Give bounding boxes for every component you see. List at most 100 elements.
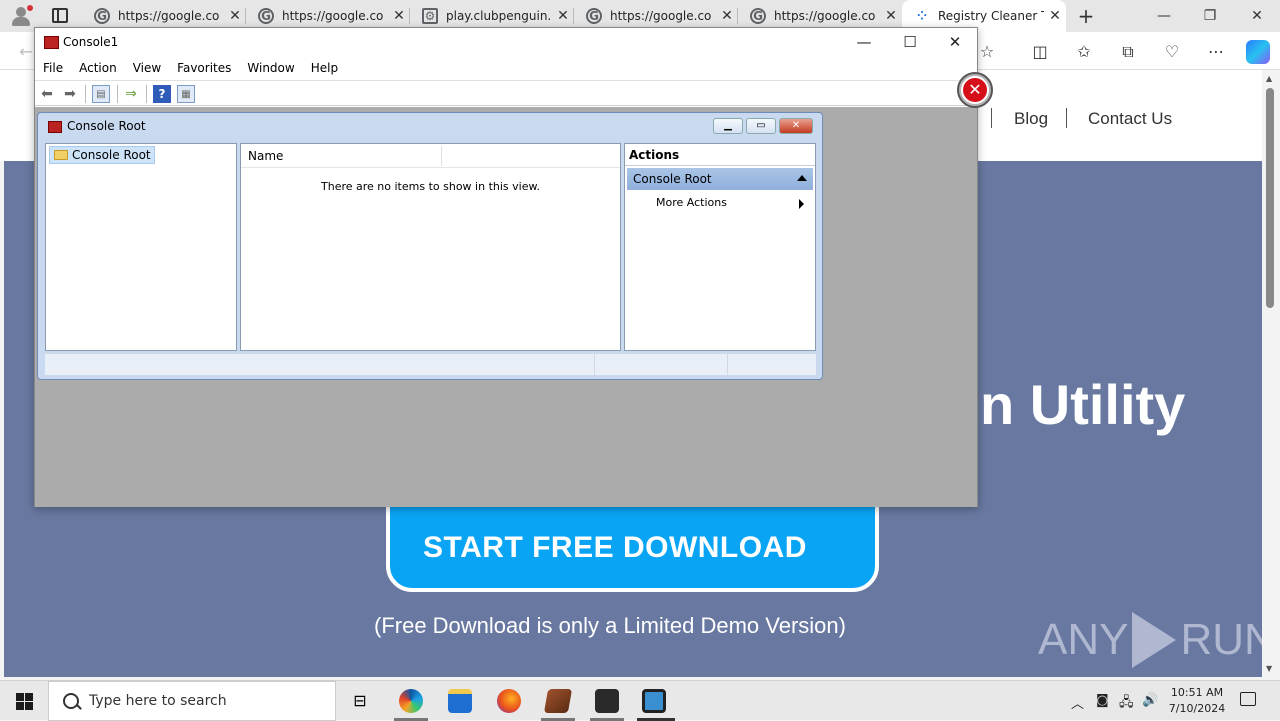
favorite-star-icon[interactable]: ☆ <box>975 42 999 62</box>
windows-taskbar: Type here to search ⊟ ︿ ◙ 🖧 🔊 10:51 AM 7… <box>0 680 1280 721</box>
clock-time: 10:51 AM <box>1170 686 1224 699</box>
folder-icon <box>54 150 68 160</box>
meet-now-icon[interactable]: ◙ <box>1096 693 1109 708</box>
system-clock[interactable]: 10:51 AM 7/10/2024 <box>1166 685 1228 717</box>
notification-center-icon[interactable] <box>1240 692 1256 706</box>
show-hidden-icons-chevron[interactable]: ︿ <box>1071 693 1084 712</box>
menu-help[interactable]: Help <box>303 56 346 80</box>
collapse-arrow-icon[interactable] <box>797 175 807 181</box>
nav-link-contact[interactable]: Contact Us <box>1088 109 1172 129</box>
hero-title: n Utility <box>980 373 1186 436</box>
more-actions-item[interactable]: More Actions <box>656 196 727 209</box>
taskbar-search-box[interactable]: Type here to search <box>48 681 336 721</box>
actions-section-label: Console Root <box>633 172 712 186</box>
menu-window[interactable]: Window <box>239 56 302 80</box>
search-icon <box>63 693 79 709</box>
split-screen-icon[interactable]: ◫ <box>1028 42 1052 62</box>
child-window-title: Console Root <box>67 119 146 133</box>
child-close-button[interactable]: ✕ <box>779 118 813 134</box>
winrar-icon[interactable] <box>543 689 573 713</box>
error-badge: ✕ <box>957 72 995 116</box>
task-manager-icon[interactable] <box>595 689 619 713</box>
show-action-pane-icon[interactable]: ▦ <box>177 85 195 103</box>
anyrun-watermark: ANY RUN <box>1038 612 1276 668</box>
actions-section-console-root[interactable]: Console Root <box>627 168 813 190</box>
column-divider[interactable] <box>441 146 442 166</box>
tree-item-label: Console Root <box>72 148 151 162</box>
empty-view-message: There are no items to show in this view. <box>321 180 540 193</box>
mmc-app-icon <box>44 36 59 49</box>
close-tab-icon[interactable]: ✕ <box>224 8 246 24</box>
loading-icon: ⁘ <box>916 9 928 23</box>
tree-item-console-root[interactable]: Console Root <box>49 146 155 164</box>
forward-arrow-icon[interactable]: ➡ <box>61 85 79 103</box>
menu-action[interactable]: Action <box>71 56 125 80</box>
mmc-title-bar[interactable]: Console1 — ☐ ✕ <box>35 28 977 56</box>
menu-file[interactable]: File <box>35 56 71 80</box>
browser-close-button[interactable]: ✕ <box>1234 0 1280 32</box>
google-icon: G <box>258 8 274 24</box>
file-explorer-icon[interactable] <box>448 689 472 713</box>
clock-date: 7/10/2024 <box>1168 702 1226 715</box>
results-pane: Name There are no items to show in this … <box>240 143 621 351</box>
scroll-up-icon[interactable]: ▲ <box>1266 74 1272 83</box>
browser-restore-button[interactable]: ❐ <box>1187 0 1233 32</box>
tab-title: https://google.co <box>610 9 712 23</box>
browser-essentials-icon[interactable]: ♡ <box>1160 42 1184 62</box>
child-status-bar <box>45 353 816 376</box>
menu-favorites[interactable]: Favorites <box>169 56 239 80</box>
start-button[interactable] <box>0 681 48 721</box>
volume-icon[interactable]: 🔊 <box>1142 693 1158 708</box>
close-tab-icon[interactable]: ✕ <box>388 8 410 24</box>
menu-view[interactable]: View <box>125 56 169 80</box>
tab-title: https://google.co <box>118 9 220 23</box>
close-tab-icon[interactable]: ✕ <box>880 8 902 24</box>
edge-browser-icon[interactable] <box>399 689 423 713</box>
nav-link-blog[interactable]: Blog <box>1014 109 1048 129</box>
mmc-maximize-button[interactable]: ☐ <box>887 28 933 56</box>
tab-title: play.clubpenguin. <box>446 9 552 23</box>
browser-minimize-button[interactable]: — <box>1141 0 1187 32</box>
scrollbar-thumb[interactable] <box>1266 88 1274 308</box>
mmc-taskbar-icon[interactable] <box>642 689 666 713</box>
column-header-label: Name <box>248 149 284 163</box>
mmc-close-button[interactable]: ✕ <box>932 28 978 56</box>
tab-title: https://google.co <box>774 9 876 23</box>
page-scrollbar[interactable]: ▲ ▼ <box>1262 70 1280 677</box>
task-view-icon[interactable]: ⊟ <box>348 689 372 713</box>
help-icon[interactable]: ? <box>153 85 171 103</box>
back-arrow-icon[interactable]: ⬅ <box>38 85 56 103</box>
close-tab-icon[interactable]: ✕ <box>552 8 574 24</box>
submenu-arrow-icon <box>799 199 804 209</box>
google-icon: G <box>94 8 110 24</box>
mmc-menu-bar: File Action View Favorites Window Help <box>35 56 977 80</box>
close-tab-icon[interactable]: ✕ <box>716 8 738 24</box>
firefox-icon[interactable] <box>497 689 521 713</box>
column-header-name[interactable]: Name <box>241 144 620 168</box>
google-icon: G <box>750 8 766 24</box>
mmc-console-window: Console1 — ☐ ✕ File Action View Favorite… <box>34 27 978 507</box>
export-list-icon[interactable]: ⇒ <box>122 85 140 103</box>
network-icon[interactable]: 🖧 <box>1119 693 1134 715</box>
close-tab-icon[interactable]: ✕ <box>1044 8 1066 24</box>
console-tree-pane: Console Root <box>45 143 237 351</box>
show-hide-tree-icon[interactable]: ▤ <box>92 85 110 103</box>
actions-header: Actions <box>625 144 815 166</box>
google-icon: G <box>586 8 602 24</box>
start-free-download-button[interactable]: START FREE DOWNLOAD <box>386 503 879 592</box>
profile-avatar[interactable] <box>8 5 34 27</box>
favorites-icon[interactable]: ✩ <box>1072 42 1096 62</box>
new-tab-button[interactable]: + <box>1074 4 1098 28</box>
more-options-icon[interactable]: ⋯ <box>1204 42 1228 62</box>
child-restore-button[interactable]: ▭ <box>746 118 776 134</box>
nav-divider <box>1066 108 1067 128</box>
console-root-child-window: Console Root ▁ ▭ ✕ Console Root Name The… <box>37 112 823 380</box>
actions-pane: Actions Console Root More Actions <box>624 143 816 351</box>
tab-actions-icon[interactable] <box>52 8 68 23</box>
collections-icon[interactable]: ⧉ <box>1116 42 1140 62</box>
scroll-down-icon[interactable]: ▼ <box>1266 664 1272 673</box>
copilot-icon[interactable] <box>1246 40 1270 64</box>
child-minimize-button[interactable]: ▁ <box>713 118 743 134</box>
page-icon: ⚙ <box>422 8 438 24</box>
mmc-minimize-button[interactable]: — <box>841 28 887 56</box>
